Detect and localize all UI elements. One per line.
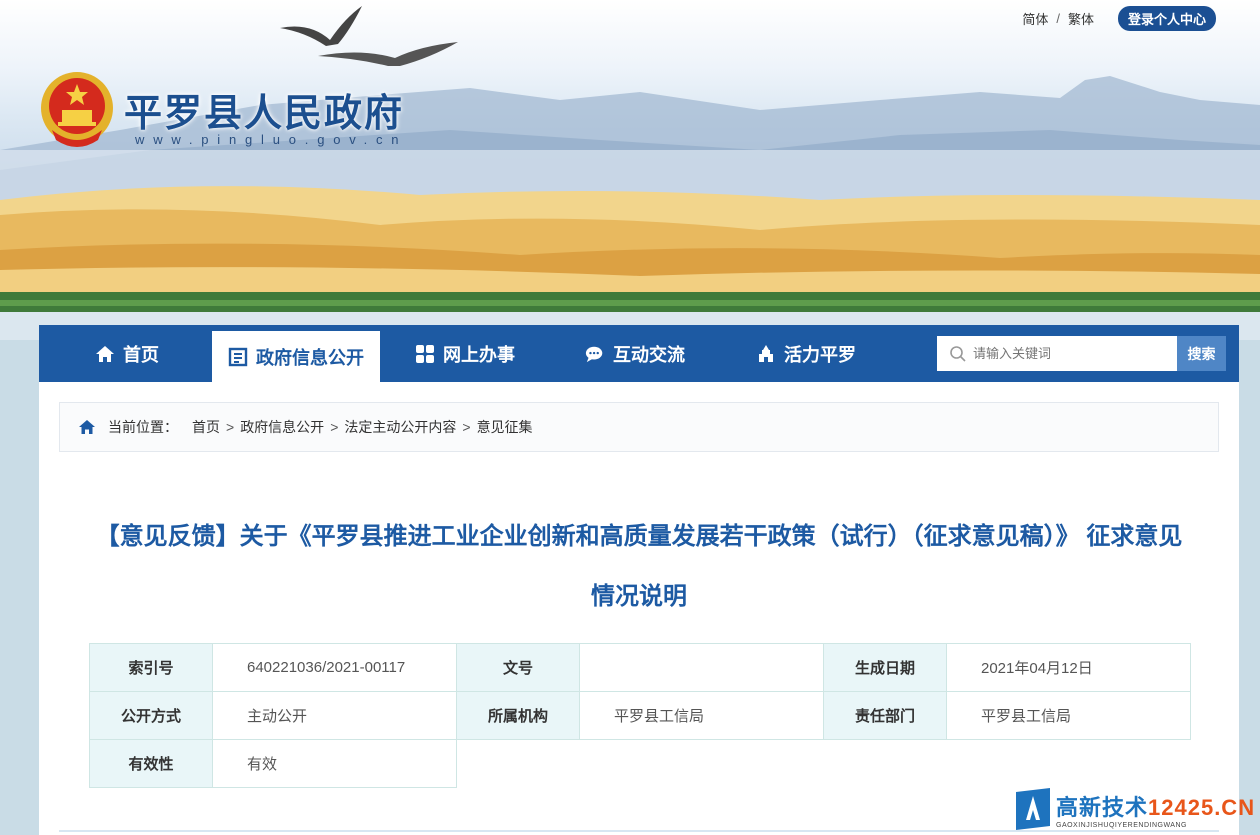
breadcrumb-prefix: 当前位置： <box>108 419 178 435</box>
national-emblem-icon <box>41 72 113 147</box>
table-row: 索引号 640221036/2021-00117 文号 生成日期 2021年04… <box>89 643 1191 692</box>
validity-value: 有效 <box>212 739 457 788</box>
dept-label: 责任部门 <box>823 691 947 740</box>
main-container: 首页 政府信息公开 网上办事 互动交流 活力平罗 请输入关键词 搜索 当前位置：… <box>39 325 1239 835</box>
search-button[interactable]: 搜索 <box>1177 336 1226 371</box>
breadcrumb-separator: > <box>226 419 235 435</box>
nav-item-label: 互动交流 <box>613 344 685 365</box>
simplified-chinese-link[interactable]: 简体 <box>1022 9 1048 28</box>
breadcrumb-separator: > <box>330 419 339 435</box>
home-icon <box>96 345 114 362</box>
dept-value: 平罗县工信局 <box>946 691 1191 740</box>
search-box <box>937 336 1177 371</box>
home-icon <box>79 420 95 434</box>
nav-item-gov-info[interactable]: 政府信息公开 <box>212 331 380 382</box>
article-title-line2: 情况说明 <box>591 583 687 610</box>
document-meta-table: 索引号 640221036/2021-00117 文号 生成日期 2021年04… <box>89 643 1191 788</box>
org-label: 所属机构 <box>456 691 580 740</box>
watermark-main-text: 高新技术 <box>1056 794 1149 820</box>
main-nav: 首页 政府信息公开 网上办事 互动交流 活力平罗 请输入关键词 搜索 <box>39 325 1239 382</box>
building-icon <box>759 344 773 362</box>
document-icon <box>228 347 248 366</box>
nav-item-label: 首页 <box>123 344 159 365</box>
method-value: 主动公开 <box>212 691 457 740</box>
search-icon <box>950 345 966 362</box>
article-title-line1: 【意见反馈】关于《平罗县推进工业企业创新和高质量发展若干政策（试行）（征求意见稿… <box>95 523 1183 550</box>
validity-label: 有效性 <box>89 739 213 788</box>
date-value: 2021年04月12日 <box>946 643 1191 692</box>
empty-cell <box>457 740 1191 788</box>
docno-value <box>579 643 824 692</box>
breadcrumb-statutory[interactable]: 法定主动公开内容 <box>344 417 456 437</box>
watermark-domain-text: 12425.CN <box>1148 794 1256 820</box>
nav-item-online-services[interactable]: 网上办事 <box>415 325 515 382</box>
nav-item-vibrant-pingluo[interactable]: 活力平罗 <box>756 325 856 382</box>
breadcrumb-opinion[interactable]: 意见征集 <box>477 417 533 437</box>
nav-item-home[interactable]: 首页 <box>95 325 159 382</box>
site-title: 平罗县人民政府 <box>124 93 405 135</box>
nav-item-label: 政府信息公开 <box>256 347 364 368</box>
lang-separator: / <box>1056 11 1060 26</box>
article-title: 【意见反馈】关于《平罗县推进工业企业创新和高质量发展若干政策（试行）（征求意见稿… <box>59 507 1219 627</box>
index-value: 640221036/2021-00117 <box>212 643 457 692</box>
nav-item-label: 网上办事 <box>443 344 515 365</box>
table-row: 公开方式 主动公开 所属机构 平罗县工信局 责任部门 平罗县工信局 <box>89 691 1191 740</box>
site-url: www.pingluo.gov.cn <box>135 132 408 147</box>
traditional-chinese-link[interactable]: 繁体 <box>1068 9 1094 28</box>
grid-icon <box>416 344 434 363</box>
watermark-logo-icon <box>1016 788 1050 830</box>
docno-label: 文号 <box>456 643 580 692</box>
breadcrumb: 当前位置： 首页 > 政府信息公开 > 法定主动公开内容 > 意见征集 <box>59 402 1219 452</box>
table-row: 有效性 有效 <box>89 739 1191 788</box>
breadcrumb-gov-info[interactable]: 政府信息公开 <box>240 417 324 437</box>
breadcrumb-home[interactable]: 首页 <box>192 417 220 437</box>
breadcrumb-separator: > <box>462 419 471 435</box>
login-button[interactable]: 登录个人中心 <box>1117 6 1216 31</box>
search-input[interactable] <box>973 346 1163 361</box>
index-label: 索引号 <box>89 643 213 692</box>
nav-item-interaction[interactable]: 互动交流 <box>585 325 685 382</box>
watermark-sub-text: GAOXINJISHUQIYERENDINGWANG <box>1056 821 1187 829</box>
top-links: 简体 / 繁体 登录个人中心 <box>1022 6 1216 31</box>
org-value: 平罗县工信局 <box>579 691 824 740</box>
chat-icon <box>585 346 603 362</box>
method-label: 公开方式 <box>89 691 213 740</box>
nav-item-label: 活力平罗 <box>784 344 856 365</box>
date-label: 生成日期 <box>823 643 947 692</box>
watermark: 高新技术12425.CN GAOXINJISHUQIYERENDINGWANG <box>1014 783 1260 835</box>
